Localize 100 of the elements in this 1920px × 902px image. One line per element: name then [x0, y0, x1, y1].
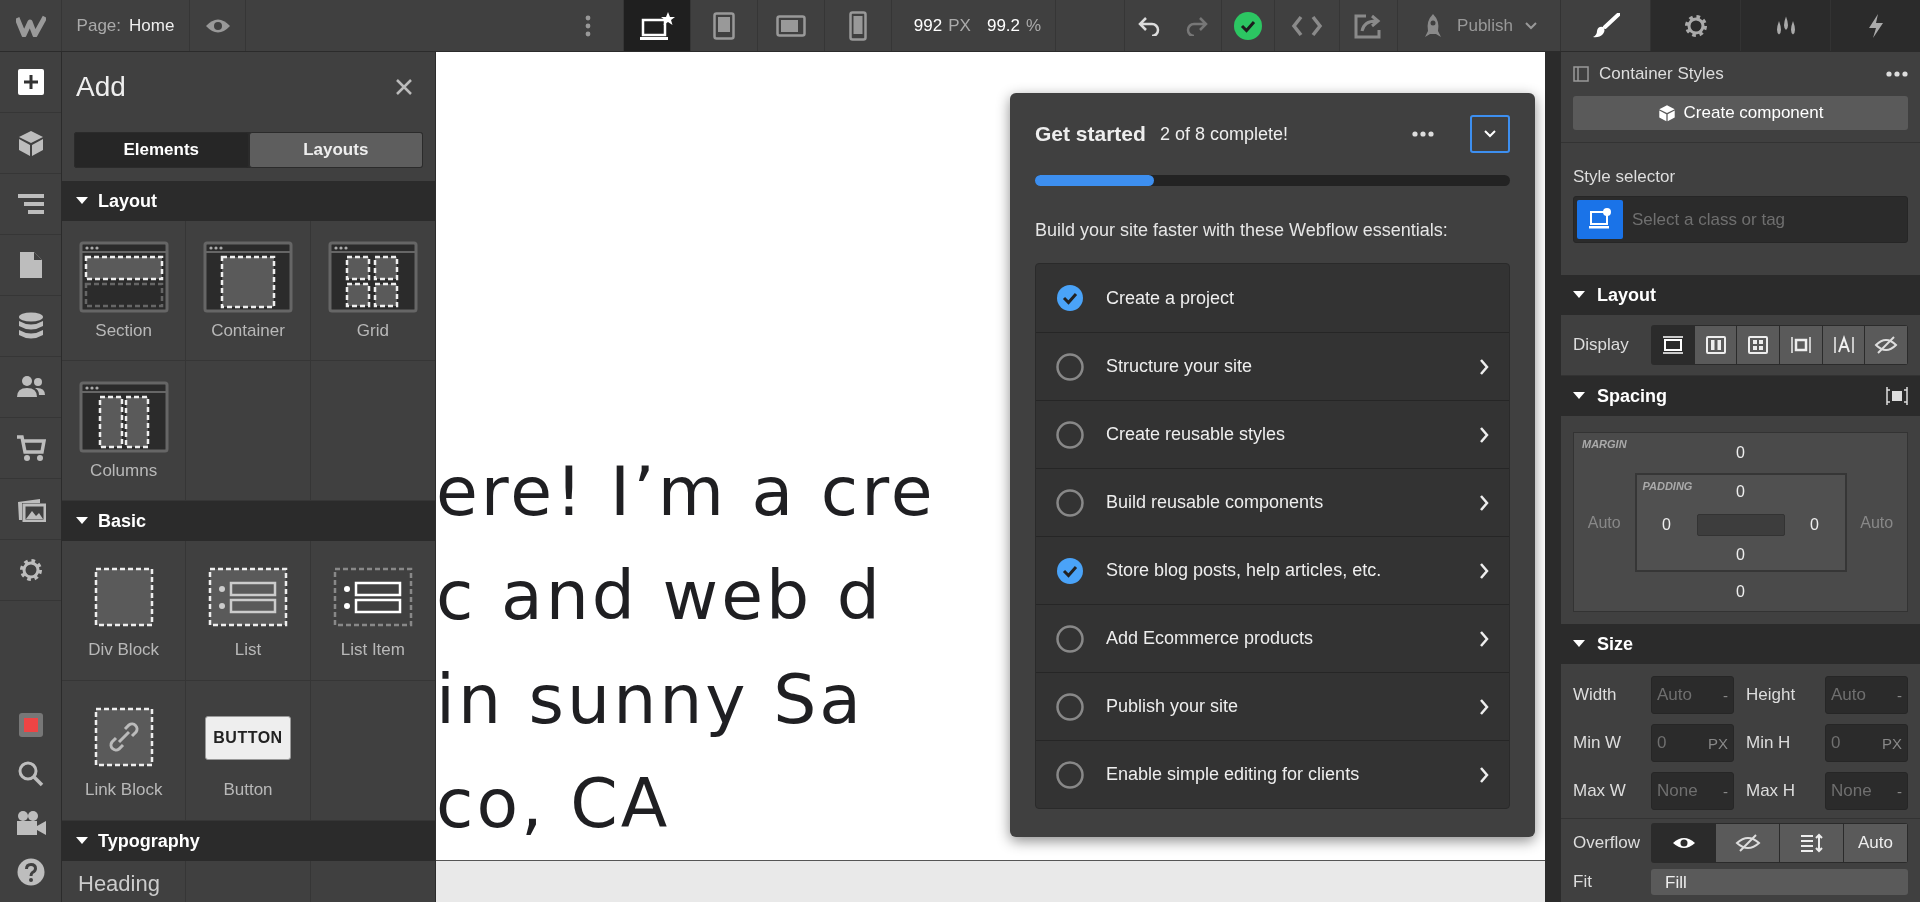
spacing-value[interactable]: 0 — [1736, 483, 1745, 501]
checklist-item[interactable]: Create reusable styles — [1106, 424, 1457, 445]
export-icon[interactable] — [1353, 12, 1384, 39]
chevron-right-icon[interactable] — [1479, 629, 1489, 648]
unchecked-circle-icon[interactable] — [1056, 420, 1084, 449]
create-component-button[interactable]: Create component — [1573, 96, 1908, 130]
checklist-item[interactable]: Create a project — [1106, 287, 1489, 309]
add-icon[interactable] — [17, 69, 44, 95]
heading-element-label[interactable]: Heading — [78, 871, 160, 897]
phone-icon[interactable] — [849, 10, 867, 41]
element-label[interactable]: List — [234, 639, 262, 660]
record-icon[interactable] — [17, 711, 44, 738]
spacing-value[interactable]: 0 — [1736, 582, 1745, 601]
laptop-star-icon[interactable] — [639, 10, 675, 41]
unchecked-circle-icon[interactable] — [1056, 488, 1084, 517]
layers-list-icon[interactable] — [16, 192, 45, 216]
page-name[interactable]: Home — [129, 15, 175, 36]
images-icon[interactable] — [15, 496, 46, 522]
chevron-right-icon[interactable] — [1479, 765, 1489, 784]
caret-icon[interactable] — [76, 837, 88, 845]
element-label[interactable]: Link Block — [84, 779, 163, 800]
cube-icon[interactable] — [1657, 104, 1676, 122]
video-camera-icon[interactable] — [14, 809, 47, 836]
chevron-right-icon[interactable] — [1479, 425, 1489, 444]
display-option[interactable] — [1780, 326, 1822, 364]
publish-button[interactable]: Publish — [1415, 6, 1543, 45]
help-icon[interactable] — [16, 857, 45, 886]
panel-tab[interactable]: Layouts — [248, 132, 423, 168]
overflow-option[interactable] — [1780, 824, 1843, 862]
caret-icon[interactable] — [76, 517, 88, 525]
element-label[interactable]: Columns — [90, 460, 158, 481]
display-option[interactable] — [1694, 326, 1737, 364]
section-header[interactable]: Size — [1597, 633, 1634, 655]
display-option[interactable] — [1865, 326, 1908, 364]
spacing-value[interactable]: 0 — [1736, 546, 1745, 564]
database-icon[interactable] — [17, 312, 44, 340]
caret-icon[interactable] — [1573, 640, 1585, 648]
chevron-right-icon[interactable] — [1479, 561, 1489, 580]
caret-icon[interactable] — [1573, 291, 1585, 299]
element-label[interactable]: Button — [223, 779, 273, 800]
spacing-value[interactable]: 0 — [1662, 515, 1671, 534]
spacing-value[interactable]: 0 — [1810, 515, 1819, 534]
check-circle-icon[interactable] — [1234, 11, 1262, 40]
more-icon[interactable] — [1412, 131, 1434, 137]
code-icon[interactable] — [1291, 14, 1323, 37]
spacing-value[interactable]: 0 — [1736, 444, 1745, 462]
chevron-right-icon[interactable] — [1479, 493, 1489, 512]
lightning-icon[interactable] — [1866, 12, 1885, 39]
field-label: Min H — [1745, 733, 1792, 753]
element-label[interactable]: List Item — [340, 639, 405, 660]
brush-icon[interactable] — [1591, 12, 1620, 39]
search-icon[interactable] — [17, 760, 44, 787]
unchecked-circle-icon[interactable] — [1056, 692, 1084, 721]
panel-tab[interactable] — [1650, 0, 1740, 51]
section-header[interactable]: Layout — [1597, 284, 1656, 306]
element-label[interactable]: Section — [95, 320, 152, 341]
section-header[interactable]: Typography — [98, 830, 200, 852]
section-header[interactable]: Layout — [98, 190, 157, 212]
caret-icon[interactable] — [76, 197, 88, 205]
tablet-landscape-icon[interactable] — [776, 14, 806, 37]
panel-tab[interactable]: Elements — [74, 132, 249, 168]
section-header[interactable]: Basic — [98, 510, 147, 532]
element-label[interactable]: Container — [211, 320, 285, 341]
settings-icon[interactable] — [17, 557, 44, 583]
fit-dropdown[interactable]: Fill — [1651, 869, 1908, 895]
caret-icon[interactable] — [1573, 392, 1585, 400]
spacing-toggle-icon[interactable] — [1886, 386, 1908, 406]
checked-icon[interactable] — [1056, 284, 1084, 312]
unchecked-circle-icon[interactable] — [1056, 624, 1084, 653]
close-icon[interactable] — [395, 78, 413, 96]
checklist-item[interactable]: Publish your site — [1106, 696, 1457, 717]
checked-icon[interactable] — [1056, 556, 1084, 585]
field-label: Fit — [1573, 872, 1593, 892]
element-label[interactable]: Grid — [356, 320, 389, 341]
display-option[interactable] — [1737, 326, 1779, 364]
unchecked-circle-icon[interactable] — [1056, 760, 1084, 789]
cart-icon[interactable] — [15, 434, 46, 462]
collapse-button[interactable] — [1470, 115, 1510, 153]
element-label[interactable]: Div Block — [88, 639, 160, 660]
section-header[interactable]: Spacing — [1597, 385, 1667, 407]
checklist-item[interactable]: Enable simple editing for clients — [1106, 764, 1457, 785]
overflow-option[interactable]: Auto — [1844, 824, 1907, 862]
unchecked-circle-icon[interactable] — [1056, 352, 1084, 381]
zoom-unit: % — [1026, 15, 1042, 36]
checklist-item[interactable]: Add Ecommerce products — [1106, 628, 1457, 649]
settings-icon[interactable] — [1682, 12, 1709, 39]
page-icon[interactable] — [18, 251, 43, 279]
chevron-right-icon[interactable] — [1479, 697, 1489, 716]
breakpoint-tab[interactable] — [624, 0, 691, 51]
more-icon[interactable] — [585, 14, 591, 37]
more-icon[interactable] — [1886, 71, 1908, 77]
chevron-right-icon[interactable] — [1479, 357, 1489, 376]
cube-icon[interactable] — [16, 129, 45, 157]
checklist-item[interactable]: Build reusable components — [1106, 492, 1457, 513]
checklist-item[interactable]: Structure your site — [1106, 356, 1457, 377]
display-option[interactable] — [1822, 326, 1865, 364]
tablet-icon[interactable] — [713, 11, 735, 40]
checklist-item[interactable]: Store blog posts, help articles, etc. — [1106, 560, 1457, 581]
undo-icon[interactable] — [1138, 15, 1160, 36]
people-icon[interactable] — [15, 375, 46, 399]
